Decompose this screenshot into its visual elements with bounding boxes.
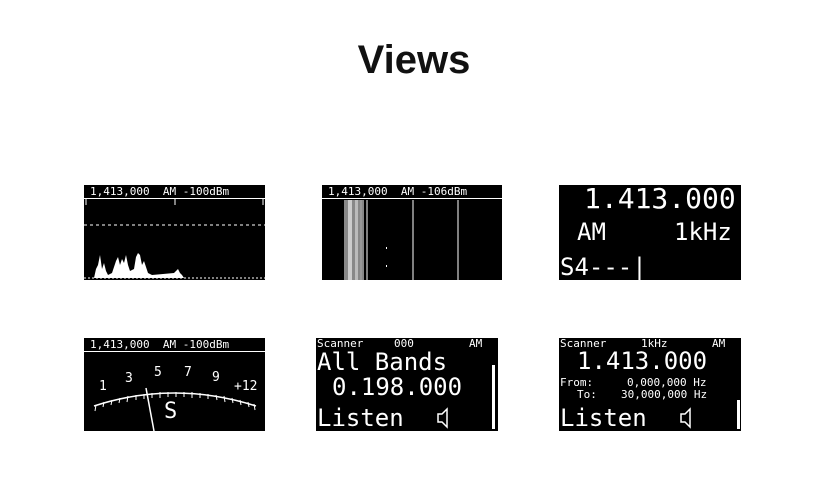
spectrum-view: 1,413,000 AM -100dBm <box>84 185 265 280</box>
smeter-scale-label: 7 <box>184 365 192 380</box>
mode-display: AM <box>577 218 606 246</box>
speaker-icon[interactable] <box>559 338 741 431</box>
smeter-scale-label: 5 <box>154 365 162 380</box>
smeter-scale-label: 3 <box>125 371 133 386</box>
page-title: Views <box>357 38 471 82</box>
step-display: 1kHz <box>674 218 732 246</box>
big-frequency-view: 1.413.000 AM 1kHz S4---| <box>559 185 741 280</box>
spectrum-graph <box>84 199 265 279</box>
smeter-display: S4---| <box>560 253 647 280</box>
waterfall-view: 1,413,000 AM -106dBm <box>322 185 502 280</box>
frequency-display: 1.413.000 <box>584 185 736 215</box>
smeter-scale-label: 1 <box>99 379 107 394</box>
smeter-scale-label: 9 <box>212 370 220 385</box>
spectrum-trace <box>94 253 184 278</box>
smeter-view: 1,413,000 AM -100dBm 1 3 5 7 9 +12 S <box>84 338 265 431</box>
smeter-scale: 1 3 5 7 9 +12 S <box>93 365 257 431</box>
smeter-scale-label: +12 <box>234 379 257 394</box>
speaker-icon[interactable] <box>316 338 498 431</box>
smeter-unit: S <box>164 399 177 424</box>
waterfall-graph <box>344 200 459 280</box>
scanner-bands-view: Scanner 000 AM All Bands 0.198.000 Liste… <box>316 338 498 431</box>
scanner-range-view: Scanner 1kHz AM 1.413.000 From: 0,000,00… <box>559 338 741 431</box>
